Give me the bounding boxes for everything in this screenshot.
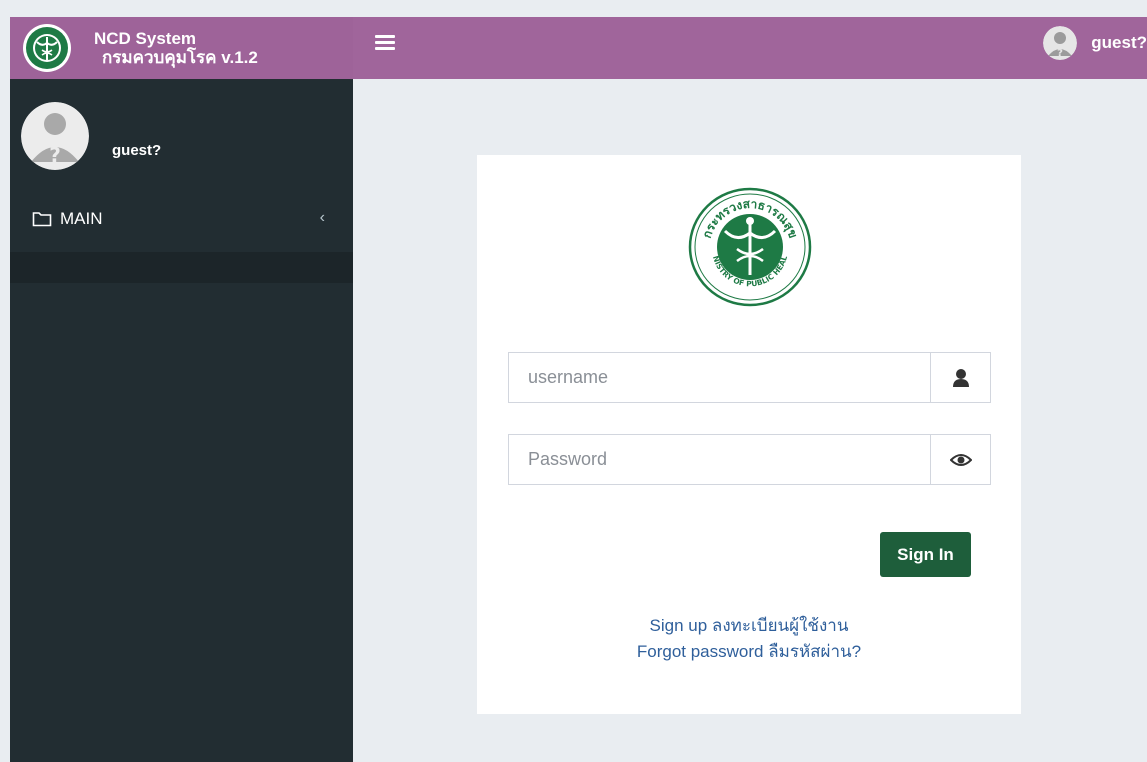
page-top-strip — [0, 0, 1147, 10]
sign-in-button[interactable]: Sign In — [880, 532, 971, 577]
password-group — [508, 434, 991, 485]
ministry-seal-icon — [23, 24, 71, 72]
sidebar-item-main[interactable]: MAIN ‹ — [10, 197, 353, 241]
forgot-password-link[interactable]: Forgot password ลืมรหัสผ่าน? — [477, 638, 1021, 665]
folder-icon — [32, 212, 52, 227]
username-group — [508, 352, 991, 403]
sign-up-link[interactable]: Sign up ลงทะเบียนผู้ใช้งาน — [477, 612, 1021, 639]
top-navbar: ? guest? — [353, 17, 1147, 79]
user-menu[interactable]: ? guest? — [1043, 26, 1147, 60]
brand-logo[interactable]: NCD System กรมควบคุมโรค v.1.2 — [10, 17, 353, 79]
brand-title: NCD System — [94, 29, 197, 48]
toggle-password-button[interactable] — [930, 435, 990, 484]
svg-text:?: ? — [1057, 48, 1063, 59]
password-input[interactable] — [509, 435, 930, 484]
user-icon — [952, 368, 969, 387]
login-card: กระทรวงสาธารณสุข MINISTRY OF PUBLIC HEAL… — [477, 155, 1021, 714]
avatar: ? — [21, 102, 89, 170]
page-left-strip — [0, 0, 10, 762]
hamburger-bar — [375, 41, 395, 44]
hamburger-bar — [375, 47, 395, 50]
sidebar: ? guest? MAIN ‹ — [10, 79, 353, 762]
svg-text:?: ? — [49, 143, 61, 167]
eye-icon — [949, 453, 972, 466]
navbar-user-name: guest? — [1091, 33, 1147, 52]
sidebar-submenu — [10, 252, 353, 283]
sidebar-toggle-button[interactable] — [375, 35, 395, 51]
hamburger-bar — [375, 35, 395, 38]
avatar-icon: ? — [1043, 26, 1078, 60]
username-input[interactable] — [509, 353, 930, 402]
username-addon — [930, 353, 990, 402]
chevron-left-icon: ‹ — [319, 209, 325, 226]
ministry-seal-logo: กระทรวงสาธารณสุข MINISTRY OF PUBLIC HEAL… — [687, 187, 812, 307]
sidebar-user-name: guest? — [112, 142, 162, 159]
brand-subtitle: กรมควบคุมโรค v.1.2 — [102, 48, 258, 67]
user-panel: ? guest? — [10, 79, 353, 179]
sidebar-item-label: MAIN — [60, 209, 103, 228]
